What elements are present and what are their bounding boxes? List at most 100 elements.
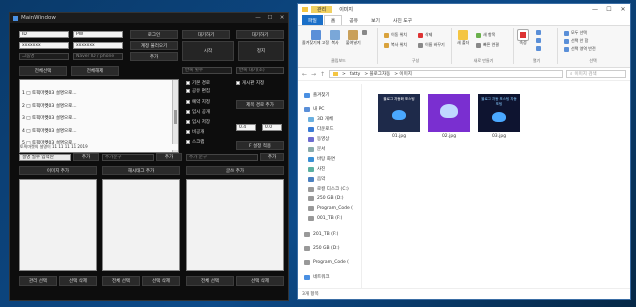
maximize-button[interactable]: ☐ bbox=[264, 15, 276, 21]
move-to-button[interactable]: 이동 위치 bbox=[384, 32, 407, 38]
checkbox-box[interactable] bbox=[186, 89, 190, 93]
select-none-button[interactable]: 선택 안 함 bbox=[564, 38, 588, 44]
close-button[interactable]: ✕ bbox=[276, 15, 288, 21]
list-item[interactable]: 3 □ 토픽마켓03 설명으로... bbox=[20, 112, 178, 125]
list-item[interactable]: 4 □ 토픽마켓03 설명으로... bbox=[20, 125, 178, 138]
manage-select-button[interactable]: 관리 선택 bbox=[19, 276, 57, 286]
manage-contextual-tab[interactable]: 관리 bbox=[311, 6, 333, 13]
add-button-top[interactable]: 추가 bbox=[130, 52, 178, 61]
select-all-button[interactable]: 전체선택 bbox=[19, 66, 67, 76]
temp-save-checkbox[interactable]: 임시 저장 bbox=[186, 119, 210, 125]
nav-item-this-pc[interactable]: 내 PC bbox=[304, 106, 324, 112]
group-name-input[interactable]: 그룹명 bbox=[19, 53, 69, 60]
description-input[interactable]: 설명 필수 입력란 bbox=[19, 154, 71, 161]
copy-to-button[interactable]: 복사 위치 bbox=[384, 42, 407, 48]
list-item[interactable]: 1 □ 토픽마켓03 설명으로... bbox=[20, 87, 178, 100]
basic-path-checkbox[interactable]: 기본 경로 bbox=[186, 80, 210, 86]
add-title-path-button[interactable]: 제목 경로 추가 bbox=[236, 100, 284, 109]
id-input[interactable]: ID bbox=[19, 31, 69, 38]
nav-item-drive-f[interactable]: 001_TB (F:) bbox=[308, 216, 342, 221]
start-button[interactable]: 시작 bbox=[182, 41, 234, 61]
paste-button[interactable]: 붙여넣기 bbox=[346, 30, 361, 46]
cut-button[interactable] bbox=[362, 30, 367, 35]
breadcrumb[interactable]: fatty bbox=[350, 72, 361, 77]
add-image-button[interactable]: 이미지 추가 bbox=[19, 166, 97, 175]
delete-selected-button-2[interactable]: 선택 삭제 bbox=[142, 276, 180, 286]
nav-item-network[interactable]: 네트워크 bbox=[304, 274, 330, 280]
apply-settings-button[interactable]: F 설정 적용 bbox=[236, 141, 284, 150]
add-post-button[interactable]: 글쓰 추가 bbox=[186, 166, 284, 175]
back-arrow-icon[interactable]: ← bbox=[302, 71, 308, 78]
list-item[interactable]: 2 □ 토픽마켓03 설명으로... bbox=[20, 100, 178, 113]
scrap-checkbox[interactable]: 스크랩 bbox=[186, 139, 204, 145]
add-extra-button-2[interactable]: 추가 bbox=[260, 153, 284, 161]
repeat-delay-input[interactable]: 반복 대기(초) bbox=[236, 67, 284, 74]
checkbox-box[interactable] bbox=[186, 110, 190, 114]
nav-item-music[interactable]: 음악 bbox=[308, 176, 325, 182]
nav-item-local-disk-c[interactable]: 로컬 디스크 (C:) bbox=[308, 186, 349, 192]
file-item[interactable]: 02.jpg bbox=[428, 94, 470, 139]
select-all-ribbon-button[interactable]: 모두 선택 bbox=[564, 30, 587, 36]
nav-item-drive-d-2[interactable]: 250 GB (D:) bbox=[304, 246, 340, 251]
breadcrumb[interactable]: > 블로그자동 bbox=[364, 71, 390, 77]
nav-item-program-code-2[interactable]: Program_Code ( bbox=[304, 260, 349, 265]
nav-item-drive-d[interactable]: 250 GB (D:) bbox=[308, 196, 344, 201]
post-list[interactable]: 1 □ 토픽마켓03 설명으로... 2 □ 토픽마켓03 설명으로... 3 … bbox=[19, 79, 179, 153]
nav-item-drive-f-2[interactable]: 201_TB (F:) bbox=[304, 232, 338, 237]
private-checkbox[interactable]: 비공개 bbox=[186, 129, 204, 135]
nav-item-program-code[interactable]: Program_Code ( bbox=[308, 206, 353, 211]
nav-item-videos[interactable]: 동영상 bbox=[308, 136, 329, 142]
open-button[interactable] bbox=[536, 30, 541, 35]
file-item[interactable]: 블로그 자동 포스팅 자동 포팅 03.jpg bbox=[478, 94, 520, 139]
checkbox-box[interactable] bbox=[186, 120, 190, 124]
new-folder-button[interactable]: 새 폴더 bbox=[457, 30, 469, 46]
nav-item-downloads[interactable]: 다운로드 bbox=[308, 126, 334, 132]
copy-button[interactable]: 복사 bbox=[330, 30, 340, 46]
nav-item-pictures[interactable]: 사진 bbox=[308, 166, 325, 172]
nav-item-desktop[interactable]: 바탕 화면 bbox=[308, 156, 335, 162]
invert-selection-button[interactable]: 선택 영역 반전 bbox=[564, 46, 596, 52]
edit-button[interactable] bbox=[536, 38, 541, 43]
explorer-maximize-button[interactable]: ☐ bbox=[602, 6, 616, 13]
wait-button-1[interactable]: 대기하기 bbox=[182, 30, 230, 39]
nav-item-quick-access[interactable]: 즐겨찾기 bbox=[304, 92, 330, 98]
search-box[interactable]: ⌕ 이미지 검색 bbox=[566, 70, 626, 78]
post-list-panel[interactable] bbox=[186, 179, 284, 271]
checkbox-box[interactable] bbox=[186, 130, 190, 134]
select-all-button-2[interactable]: 전체 선택 bbox=[102, 276, 140, 286]
stop-button[interactable]: 정지 bbox=[238, 41, 284, 61]
checkbox-box[interactable] bbox=[186, 100, 190, 104]
add-extra-button-1[interactable]: 추가 bbox=[156, 153, 182, 161]
nav-item-documents[interactable]: 문서 bbox=[308, 146, 325, 152]
forward-arrow-icon[interactable]: → bbox=[311, 71, 317, 78]
properties-button[interactable]: 속성 bbox=[517, 29, 529, 46]
temp-public-checkbox[interactable]: 임시 공개 bbox=[186, 109, 210, 115]
naver-id-input[interactable]: Naver ID / phone bbox=[73, 53, 123, 60]
checkbox-box[interactable] bbox=[236, 81, 240, 85]
delete-button[interactable]: 삭제 bbox=[418, 32, 432, 38]
checkbox-box[interactable] bbox=[186, 140, 190, 144]
reserve-checkbox[interactable]: 예약 지정 bbox=[186, 99, 210, 105]
tab-view[interactable]: 보기 bbox=[365, 15, 386, 25]
up-arrow-icon[interactable]: ↑ bbox=[320, 71, 326, 78]
breadcrumb[interactable]: > 이미지 bbox=[394, 71, 412, 77]
load-accounts-button[interactable]: 계정 불러오기 bbox=[130, 41, 178, 50]
extra-text-input-1[interactable]: 추가문구 bbox=[102, 154, 154, 161]
pw-input[interactable]: PW bbox=[73, 31, 123, 38]
extra-text-input-2[interactable]: 추가 문구 bbox=[186, 154, 258, 161]
tab-picture-tools[interactable]: 사진 도구 bbox=[387, 15, 418, 25]
deselect-all-button[interactable]: 전체해제 bbox=[71, 66, 119, 76]
shared-edit-checkbox[interactable]: 공유 편집 bbox=[186, 88, 210, 94]
checkbox-box[interactable] bbox=[186, 81, 190, 85]
history-button[interactable] bbox=[536, 46, 541, 51]
explorer-minimize-button[interactable]: — bbox=[588, 6, 602, 13]
minimize-button[interactable]: — bbox=[252, 15, 264, 21]
small-input-2[interactable]: 0.0 bbox=[262, 124, 282, 131]
add-description-button[interactable]: 추가 bbox=[73, 153, 99, 161]
address-bar[interactable]: > fatty > 블로그자동 > 이미지 bbox=[329, 70, 563, 78]
new-item-button[interactable]: 새 항목 bbox=[476, 32, 495, 38]
tab-file[interactable]: 파일 bbox=[302, 15, 323, 25]
select-all-button-3[interactable]: 전체 선택 bbox=[186, 276, 234, 286]
wait-button-2[interactable]: 대기하기 bbox=[236, 30, 284, 39]
file-item[interactable]: 블로그 자동화 포스팅 01.jpg bbox=[378, 94, 420, 139]
